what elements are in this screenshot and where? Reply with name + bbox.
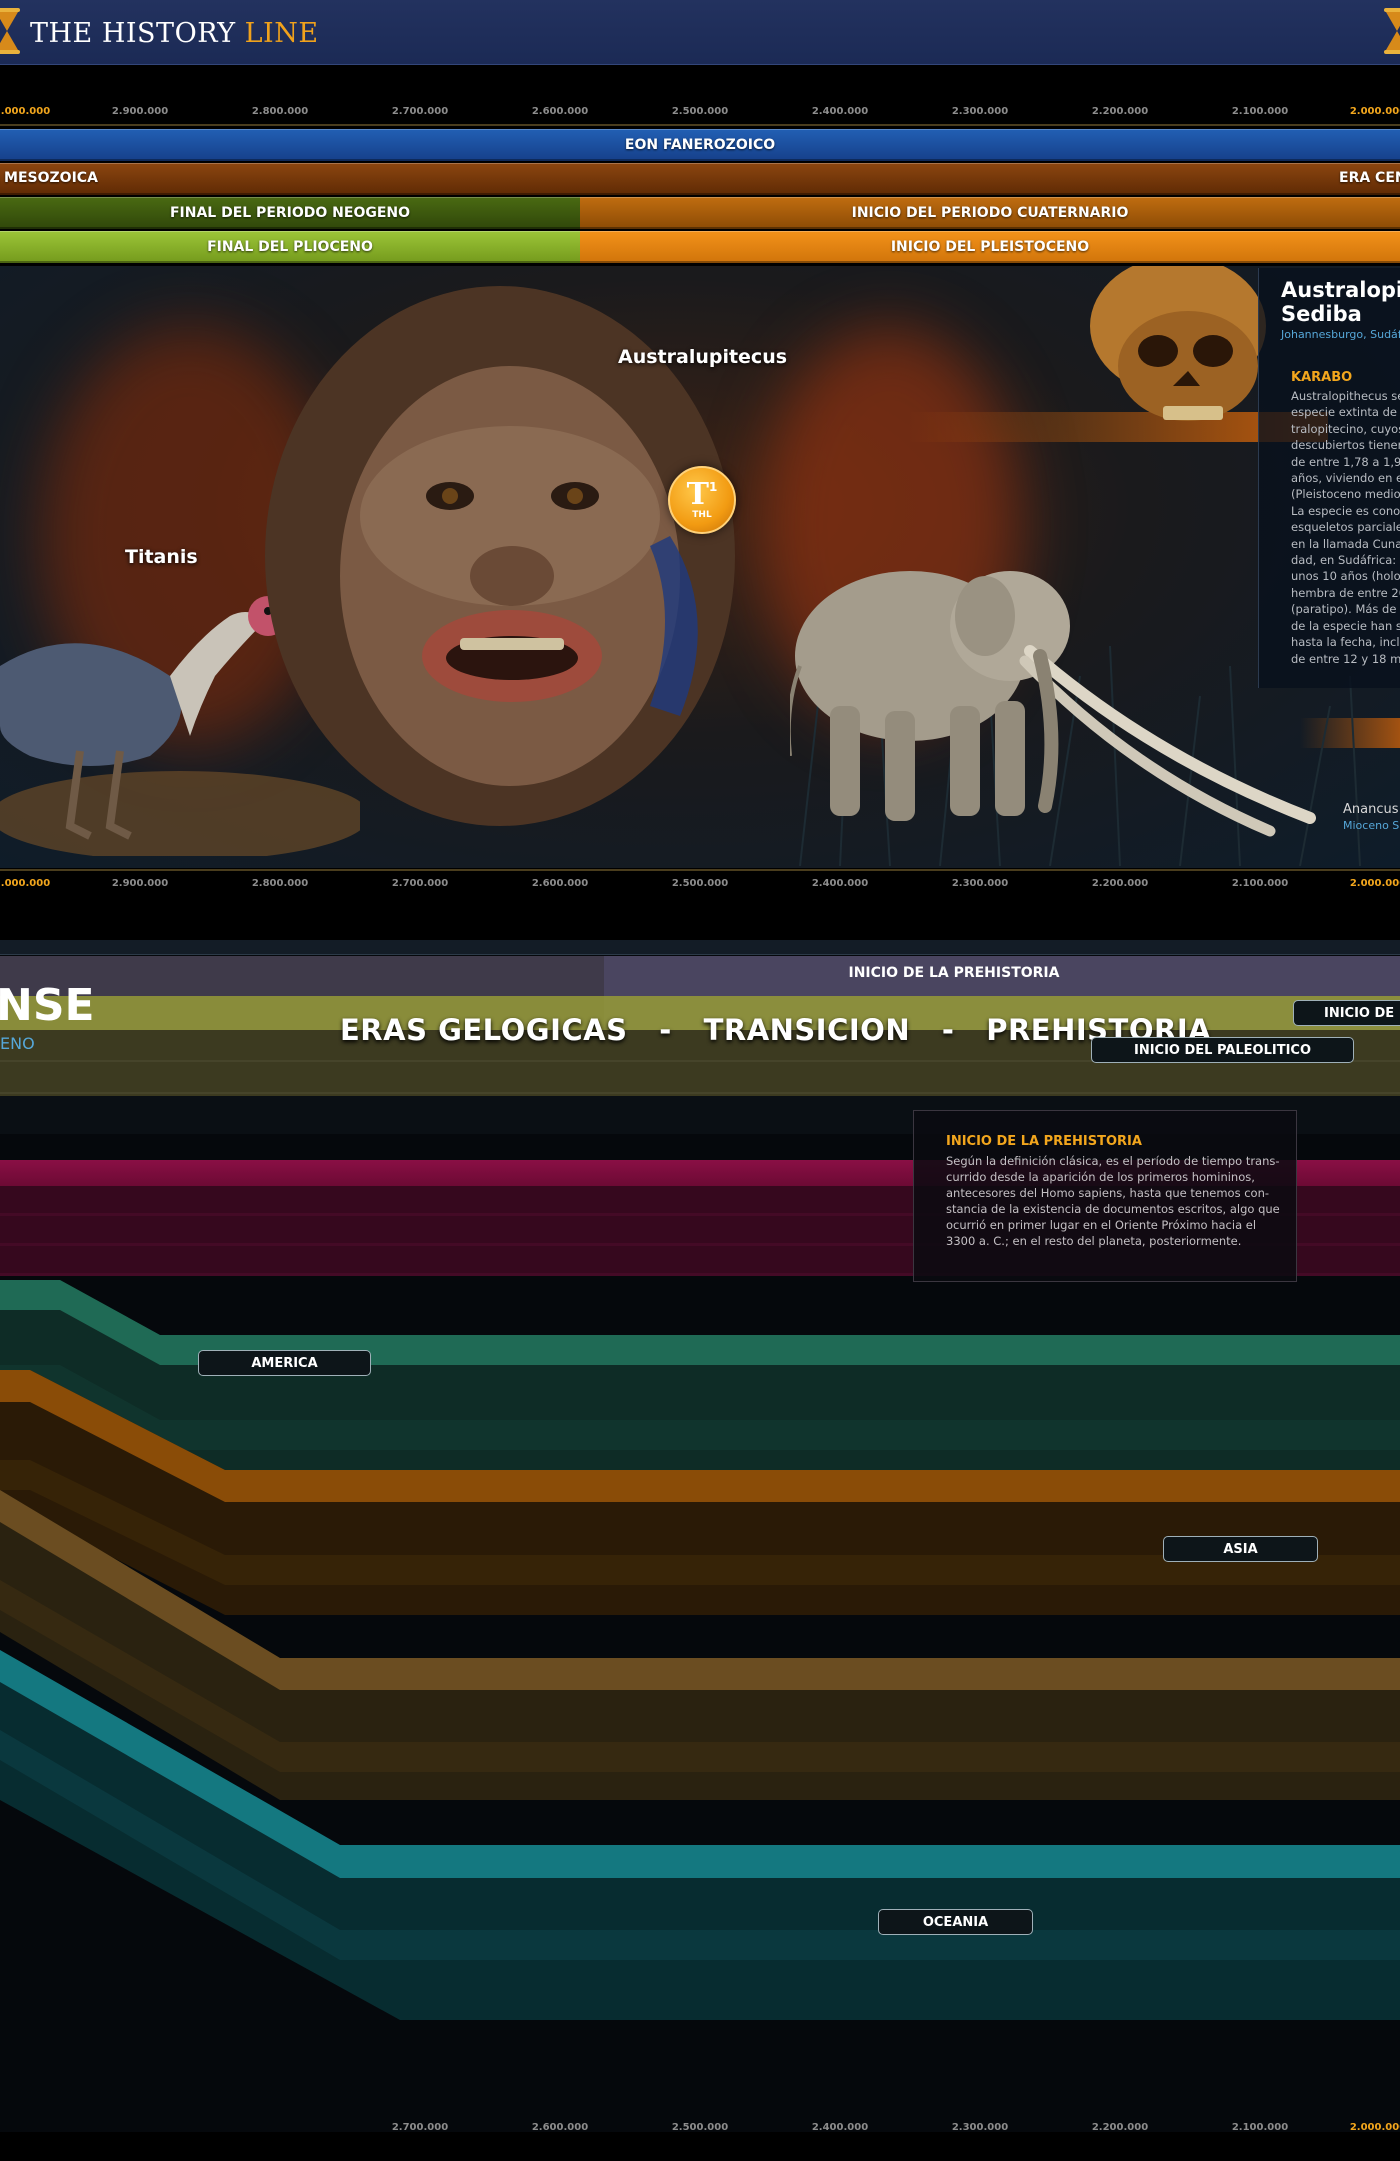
axis-tick-label: 2.900.000 [111, 106, 169, 117]
axis-divider-mid [0, 869, 1400, 871]
band-epoch-left-label: FINAL DEL PLIOCENO [207, 239, 373, 255]
info-title: Australopithecus Sediba [1281, 278, 1400, 326]
axis-tick-label: 2.200.000 [1091, 106, 1149, 117]
axis-tick-label: 2.200.000 [1091, 878, 1149, 889]
app-logo[interactable]: THE HISTORY LINE [30, 18, 319, 49]
axis-tick-label: 2.700.000 [391, 106, 449, 117]
band-era[interactable]: ERA MESOZOICA ERA CENOZOICA [0, 163, 1400, 195]
band-epoch-right-label: INICIO DEL PLEISTOCENO [890, 239, 1090, 255]
anancus-name: Anancus [1343, 802, 1399, 817]
axis-tick-label: 2.400.000 [811, 878, 869, 889]
illustration-scene: Titanis Australupitecus T1 THL Australop… [0, 266, 1400, 868]
pill-paleolitico[interactable]: INICIO DEL PALEOLITICO [1091, 1037, 1354, 1063]
axis-tick-label: 2.500.000 [671, 2122, 729, 2133]
info-heading: KARABO [1291, 370, 1353, 385]
axis-tick-label: 2.500.000 [671, 106, 729, 117]
axis-tick-label: 2.300.000 [951, 106, 1009, 117]
axis-tick-label: 2.000.000 [1349, 106, 1400, 117]
pill-america[interactable]: AMERICA [198, 1350, 371, 1376]
logo-main-text: THE HISTORY [30, 18, 245, 49]
regions-section: NSE ENO INICIO DE LA PREHISTORIA ERAS GE… [0, 940, 1400, 2132]
timeline-axis-bottom: 2.700.000 2.600.000 2.500.000 2.400.000 2.30… [0, 2116, 1400, 2144]
band-epoch-plioceno[interactable]: FINAL DEL PLIOCENO [0, 231, 580, 263]
band-era-right-label: ERA CENOZOICA [1339, 170, 1400, 186]
prehistory-body: Según la definición clásica, es el perío… [946, 1154, 1280, 1248]
axis-tick-label: 2.700.000 [391, 878, 449, 889]
band-period-left-label: FINAL DEL PERIODO NEOGENO [169, 205, 411, 221]
axis-tick-label: 2.200.000 [1091, 2122, 1149, 2133]
region-bands-graphic [0, 1280, 1400, 2020]
badge-letter: T [686, 477, 709, 512]
pill-asia-label: ASIA [1223, 1541, 1258, 1557]
timeline-axis-mid: 3.000.000 2.900.000 2.800.000 2.700.000 2.60… [0, 872, 1400, 900]
axis-tick-label: 2.300.000 [951, 878, 1009, 889]
pill-inicio-right-label: INICIO DE [1324, 1005, 1395, 1021]
prehistory-band-label[interactable]: INICIO DE LA PREHISTORIA [604, 956, 1304, 990]
axis-tick-label: 3.000.000 [0, 878, 51, 889]
axis-tick-label: 2.400.000 [811, 106, 869, 117]
axis-tick-label: 2.100.000 [1231, 106, 1289, 117]
axis-tick-label: 2.000.000 [1349, 2122, 1400, 2133]
axis-tick-label: 2.800.000 [251, 106, 309, 117]
axis-tick-label: 2.100.000 [1231, 2122, 1289, 2133]
axis-tick-label: 2.500.000 [671, 878, 729, 889]
left-title-fragment: NSE [0, 980, 95, 1031]
band-period-neogeno[interactable]: FINAL DEL PERIODO NEOGENO [0, 197, 580, 229]
axis-tick-label: 2.600.000 [531, 878, 589, 889]
section-title: ERAS GELOGICAS - TRANSICION - PREHISTORI… [340, 1013, 1212, 1047]
left-subtitle-fragment: ENO [0, 1034, 35, 1053]
badge-sup: 1 [708, 480, 718, 494]
pill-oceania-label: OCEANIA [922, 1914, 989, 1930]
pill-oceania[interactable]: OCEANIA [878, 1909, 1033, 1935]
anancus-era: Mioceno Superior [1343, 819, 1400, 832]
axis-divider [0, 124, 1400, 126]
hourglass-icon-right [1384, 8, 1400, 54]
axis-tick-label: 3.000.000 [0, 106, 51, 117]
label-australupitecus[interactable]: Australupitecus [618, 346, 787, 368]
logo-accent-text: LINE [244, 18, 319, 49]
axis-tick-label: 2.000.000 [1349, 878, 1400, 889]
axis-tick-label: 2.100.000 [1231, 878, 1289, 889]
pill-asia[interactable]: ASIA [1163, 1536, 1318, 1562]
axis-tick-label: 2.700.000 [391, 2122, 449, 2133]
band-eon-label: EON FANEROZOICO [624, 137, 776, 153]
axis-tick-label: 2.600.000 [531, 106, 589, 117]
pill-paleolitico-label: INICIO DEL PALEOLITICO [1133, 1042, 1312, 1058]
band-period-right-label: INICIO DEL PERIODO CUATERNARIO [851, 205, 1129, 221]
axis-tick-label: 2.800.000 [251, 878, 309, 889]
axis-tick-label: 2.300.000 [951, 2122, 1009, 2133]
pill-america-label: AMERICA [251, 1355, 318, 1371]
hourglass-icon [0, 8, 20, 54]
band-era-left-label: ERA MESOZOICA [0, 170, 98, 186]
info-subtitle: Johannesburgo, Sudáfrica [1281, 328, 1400, 341]
band-period-cuaternario[interactable]: INICIO DEL PERIODO CUATERNARIO [580, 197, 1400, 229]
band-epoch-pleistoceno[interactable]: INICIO DEL PLEISTOCENO [580, 231, 1400, 263]
axis-tick-label: 2.900.000 [111, 878, 169, 889]
thl-badge[interactable]: T1 THL [668, 466, 736, 534]
app-header: THE HISTORY LINE [0, 0, 1400, 65]
skull-illustration [1090, 266, 1266, 421]
band-eon[interactable]: EON FANEROZOICO [0, 129, 1400, 161]
axis-tick-label: 2.600.000 [531, 2122, 589, 2133]
australopithecus-illustration [265, 286, 735, 826]
info-body: Australopithecus sediba es una especie e… [1291, 389, 1400, 666]
prehistory-heading: INICIO DE LA PREHISTORIA [946, 1134, 1142, 1149]
badge-abbr: THL [692, 510, 712, 520]
pill-inicio-right[interactable]: INICIO DE [1293, 1000, 1400, 1026]
label-titanis[interactable]: Titanis [125, 546, 198, 568]
axis-tick-label: 2.400.000 [811, 2122, 869, 2133]
